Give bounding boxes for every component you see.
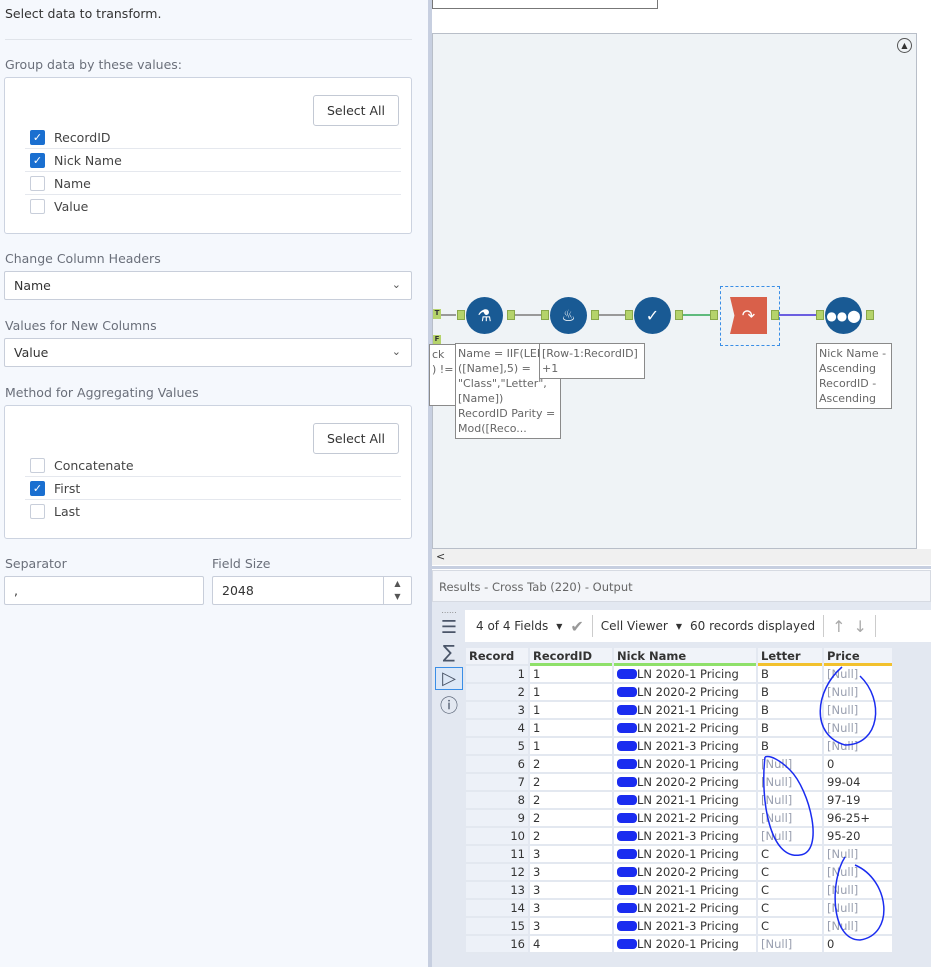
scribble-circle — [819, 666, 877, 746]
scribble-circle — [763, 755, 814, 856]
scribble-circle — [834, 856, 885, 941]
scribble-annotations — [763, 666, 885, 941]
